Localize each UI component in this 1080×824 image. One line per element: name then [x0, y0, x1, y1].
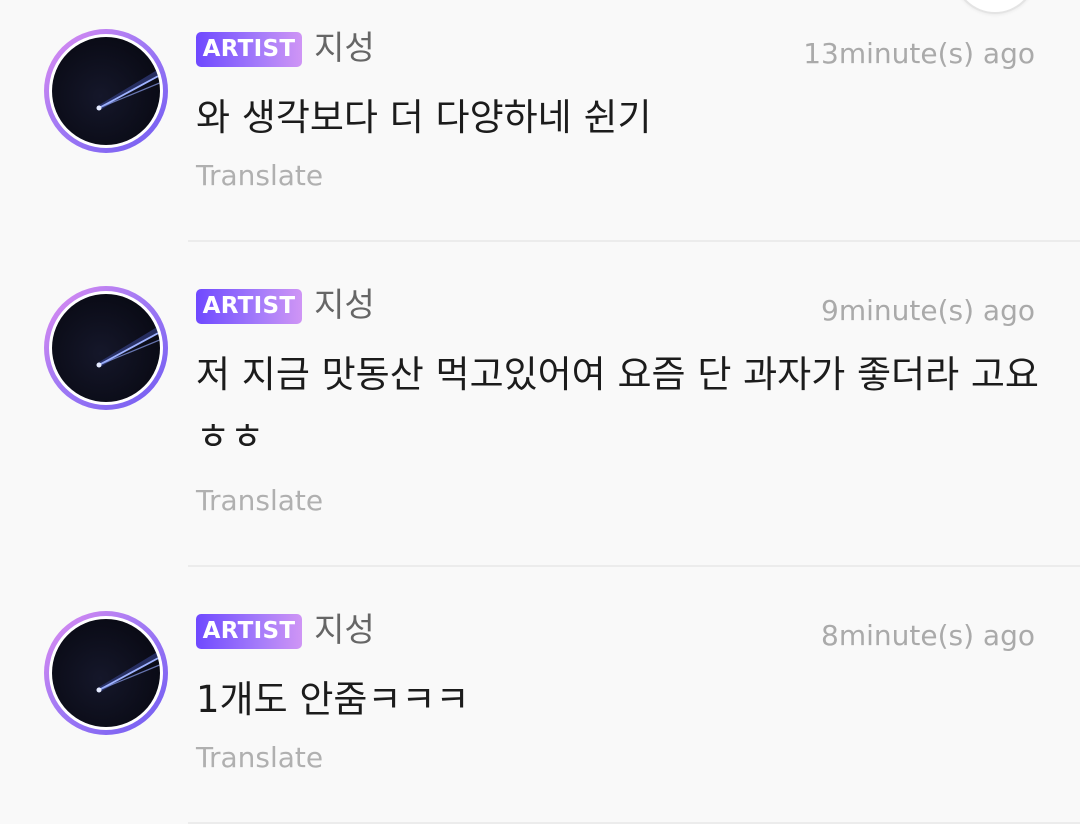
artist-badge: ARTIST — [196, 614, 302, 649]
comment-text: 1개도 안줌ㅋㅋㅋ — [196, 678, 470, 721]
author-name[interactable]: 지성 — [314, 610, 375, 650]
translate-link[interactable]: Translate — [196, 741, 323, 775]
comment-item: ARTIST 지성 8minute(s) ago 1개도 안줌ㅋㅋㅋ Trans… — [0, 0, 1080, 824]
meteor-avatar-image — [52, 619, 160, 727]
avatar[interactable] — [44, 611, 168, 735]
comment-feed: ARTIST 지성 13minute(s) ago 와 생각보다 더 다양하네 … — [0, 0, 1080, 824]
timestamp: 8minute(s) ago — [821, 619, 1035, 652]
